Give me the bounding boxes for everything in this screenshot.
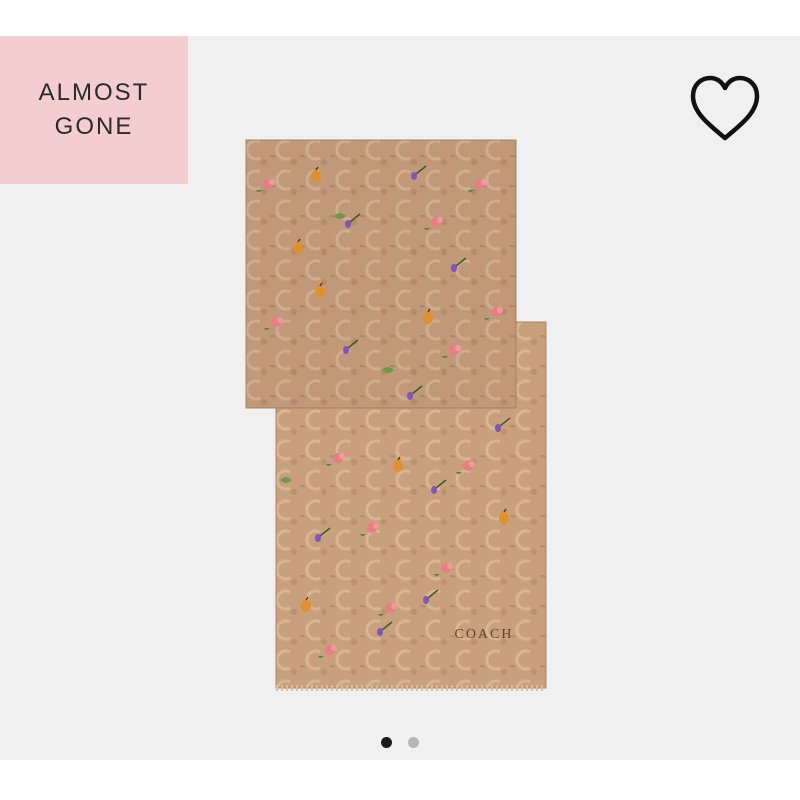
scarf-illustration: COACH xyxy=(245,139,547,691)
brand-mark: COACH xyxy=(454,627,513,642)
carousel-dot-1[interactable] xyxy=(381,736,392,748)
product-image: COACH xyxy=(240,136,560,696)
badge-line-1: ALMOST xyxy=(38,79,150,106)
carousel-dot-2[interactable] xyxy=(408,736,419,748)
heart-outline-icon xyxy=(690,75,760,141)
wishlist-button[interactable] xyxy=(688,74,762,144)
carousel-pagination xyxy=(0,732,800,752)
badge-line-2: GONE xyxy=(54,113,134,140)
almost-gone-badge: ALMOST GONE xyxy=(0,36,188,184)
